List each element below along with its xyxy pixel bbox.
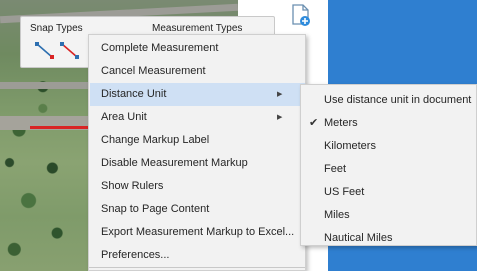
chevron-right-icon: ▶	[277, 91, 283, 98]
menu-item-preferences[interactable]: Preferences...	[90, 244, 305, 267]
menu-item-label: Change Markup Label	[101, 134, 210, 146]
distance-unit-submenu: Use distance unit in document ✔ Meters K…	[300, 84, 477, 246]
menu-item-change-markup-label[interactable]: Change Markup Label	[90, 129, 305, 152]
submenu-item-label: Miles	[324, 209, 350, 221]
menu-item-label: Cancel Measurement	[101, 65, 206, 77]
snap-point-icon[interactable]	[59, 40, 81, 62]
menu-item-label: Area Unit	[101, 111, 147, 123]
menu-item-complete-measurement[interactable]: Complete Measurement	[90, 37, 305, 60]
menu-item-label: Show Rulers	[101, 180, 164, 192]
menu-item-label: Disable Measurement Markup	[101, 157, 248, 169]
checkmark-icon: ✔	[309, 117, 319, 129]
submenu-item-kilometers[interactable]: Kilometers	[302, 135, 477, 158]
menu-item-export-markup-excel[interactable]: Export Measurement Markup to Excel...	[90, 221, 305, 244]
menu-item-label: Snap to Page Content	[101, 203, 210, 215]
snap-line-icon[interactable]	[34, 40, 56, 62]
menu-item-area-unit[interactable]: Area Unit ▶	[90, 106, 305, 129]
submenu-item-label: US Feet	[324, 186, 365, 198]
menu-item-distance-unit[interactable]: Distance Unit ▶	[90, 83, 305, 106]
menu-separator	[89, 267, 305, 268]
menu-item-label: Export Measurement Markup to Excel...	[101, 226, 295, 238]
menu-item-label: Preferences...	[101, 249, 170, 261]
submenu-item-label: Feet	[324, 163, 347, 175]
measurement-types-label: Measurement Types	[152, 23, 243, 34]
submenu-item-label: Nautical Miles	[324, 232, 393, 244]
submenu-item-miles[interactable]: Miles	[302, 204, 477, 227]
submenu-item-label: Meters	[324, 117, 358, 129]
submenu-item-nautical-miles[interactable]: Nautical Miles	[302, 227, 477, 250]
submenu-item-label: Kilometers	[324, 140, 376, 152]
context-menu: Complete Measurement Cancel Measurement …	[88, 34, 306, 271]
chevron-right-icon: ▶	[277, 114, 283, 121]
menu-item-cancel-measurement[interactable]: Cancel Measurement	[90, 60, 305, 83]
submenu-item-us-feet[interactable]: US Feet	[302, 181, 477, 204]
measurement-line	[30, 126, 90, 129]
submenu-item-feet[interactable]: Feet	[302, 158, 477, 181]
menu-item-snap-to-page-content[interactable]: Snap to Page Content	[90, 198, 305, 221]
snap-types-label: Snap Types	[30, 23, 83, 34]
submenu-item-meters[interactable]: ✔ Meters	[302, 112, 477, 135]
document-add-icon[interactable]	[290, 4, 312, 28]
menu-item-disable-measurement-markup[interactable]: Disable Measurement Markup	[90, 152, 305, 175]
menu-item-show-rulers[interactable]: Show Rulers	[90, 175, 305, 198]
submenu-item-label: Use distance unit in document	[324, 94, 472, 106]
submenu-item-use-document-unit[interactable]: Use distance unit in document	[302, 89, 477, 112]
menu-item-label: Distance Unit	[101, 88, 167, 100]
menu-item-label: Complete Measurement	[101, 42, 219, 54]
